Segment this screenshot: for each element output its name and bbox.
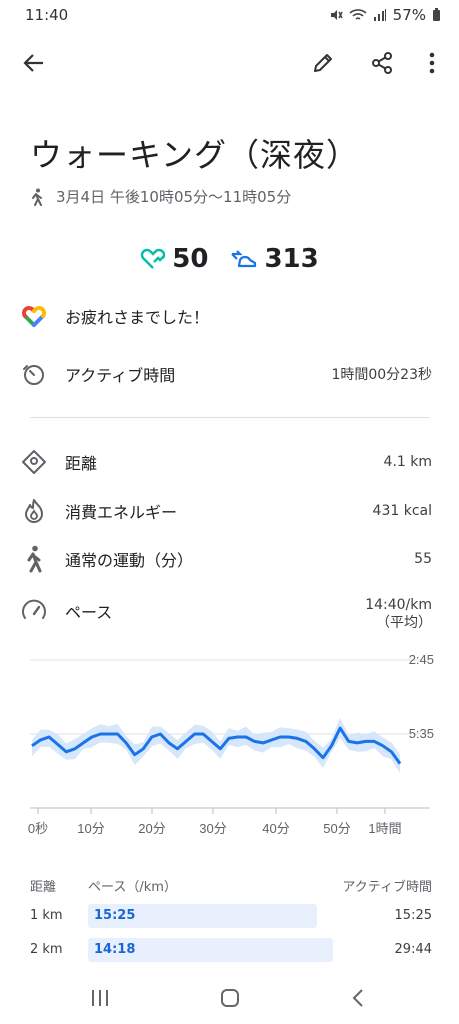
row-distance: 2 km [30, 942, 63, 957]
pace-values: 14:40/km （平均） [365, 596, 432, 632]
activity-datetime: 3月4日 午後10時05分～11時05分 [56, 188, 292, 206]
y-tick-label: 5:35 [409, 726, 434, 741]
table-row: 2 km 14:18 29:44 [30, 938, 432, 962]
y-tick-label: 2:45 [409, 652, 434, 667]
mute-icon [330, 10, 343, 20]
speedometer-icon [20, 596, 48, 624]
message-row: お疲れさまでした！ [20, 302, 432, 330]
steps[interactable]: 313 [230, 244, 319, 274]
metric-value-note: （平均） [376, 615, 432, 631]
metric-label: 消費エネルギー [65, 503, 178, 522]
chevron-left-icon [352, 989, 363, 1007]
status-icons: 57% [329, 6, 441, 24]
row-active: 15:25 [394, 908, 432, 923]
metric-value: 14:40/km [365, 597, 432, 613]
metric-row: ペース 14:40/km （平均） [20, 596, 432, 632]
system-back-button[interactable] [338, 978, 378, 1018]
metric-value: 431 kcal [372, 503, 432, 519]
row-pace: 15:25 [94, 908, 136, 923]
walking-icon [32, 188, 42, 206]
share-icon [372, 52, 392, 74]
row-distance: 1 km [30, 908, 63, 923]
more-vert-icon [429, 52, 435, 74]
battery-icon [433, 8, 440, 21]
x-tick-label: 1時間 [368, 821, 401, 836]
google-fit-icon [20, 302, 48, 330]
signal-icon [373, 9, 386, 21]
battery-percent: 57% [392, 6, 426, 24]
table-row: 1 km 15:25 15:25 [30, 904, 432, 928]
activity-title: ウォーキング（深夜） [30, 136, 360, 174]
x-tick-label: 20分 [138, 821, 165, 836]
col-active: アクティブ時間 [342, 880, 432, 895]
recents-button[interactable] [80, 978, 120, 1018]
heart-points-icon [141, 248, 166, 269]
x-tick-label: 10分 [77, 821, 104, 836]
metric-row: 距離 4.1 km [20, 448, 432, 476]
home-icon [221, 989, 239, 1007]
activity-datetime-row: 3月4日 午後10時05分～11時05分 [30, 186, 291, 207]
back-button[interactable] [14, 43, 54, 83]
metric-value: 4.1 km [383, 454, 432, 470]
message-text: お疲れさまでした！ [65, 308, 210, 327]
col-distance: 距離 [30, 880, 57, 895]
metric-label: 距離 [65, 454, 98, 473]
active-time-label: アクティブ時間 [65, 366, 176, 385]
x-tick-label: 30分 [199, 821, 226, 836]
metric-row: 通常の運動（分） 55 [20, 545, 432, 573]
system-nav-bar [0, 978, 459, 1018]
row-active: 29:44 [394, 942, 432, 957]
status-bar: 11:40 57% [0, 0, 459, 32]
share-button[interactable] [362, 43, 402, 83]
pace-chart: 2:45 5:35 0秒 10分 20分 30分 40分 50分 1時間 [28, 652, 434, 836]
metric-row: 消費エネルギー 431 kcal [20, 497, 432, 525]
divider [30, 417, 430, 418]
metric-value: 55 [414, 551, 432, 567]
metric-label: 通常の運動（分） [65, 551, 194, 570]
row-pace: 14:18 [94, 942, 136, 957]
timer-icon [20, 360, 48, 388]
x-tick-label: 0秒 [28, 821, 48, 836]
arrow-left-icon [23, 54, 43, 72]
recents-icon [92, 990, 108, 1006]
wifi-icon [349, 9, 367, 20]
col-pace: ペース（/km） [88, 880, 177, 895]
pencil-icon [314, 54, 332, 72]
heart-points-value: 50 [172, 244, 209, 274]
edit-button[interactable] [303, 43, 343, 83]
heart-points[interactable]: 50 [140, 244, 208, 274]
scores: 50 313 [0, 244, 459, 274]
metric-label: ペース [65, 603, 113, 622]
steps-icon [231, 250, 257, 268]
walking-icon [20, 545, 48, 573]
home-button[interactable] [210, 978, 250, 1018]
steps-value: 313 [264, 244, 319, 274]
status-time: 11:40 [25, 6, 69, 24]
x-tick-label: 40分 [262, 821, 289, 836]
more-button[interactable] [412, 43, 452, 83]
location-icon [20, 448, 48, 476]
active-time-row: アクティブ時間 1時間00分23秒 [20, 360, 432, 388]
active-time-value: 1時間00分23秒 [331, 367, 432, 383]
fire-icon [20, 497, 48, 525]
x-tick-label: 50分 [323, 821, 350, 836]
